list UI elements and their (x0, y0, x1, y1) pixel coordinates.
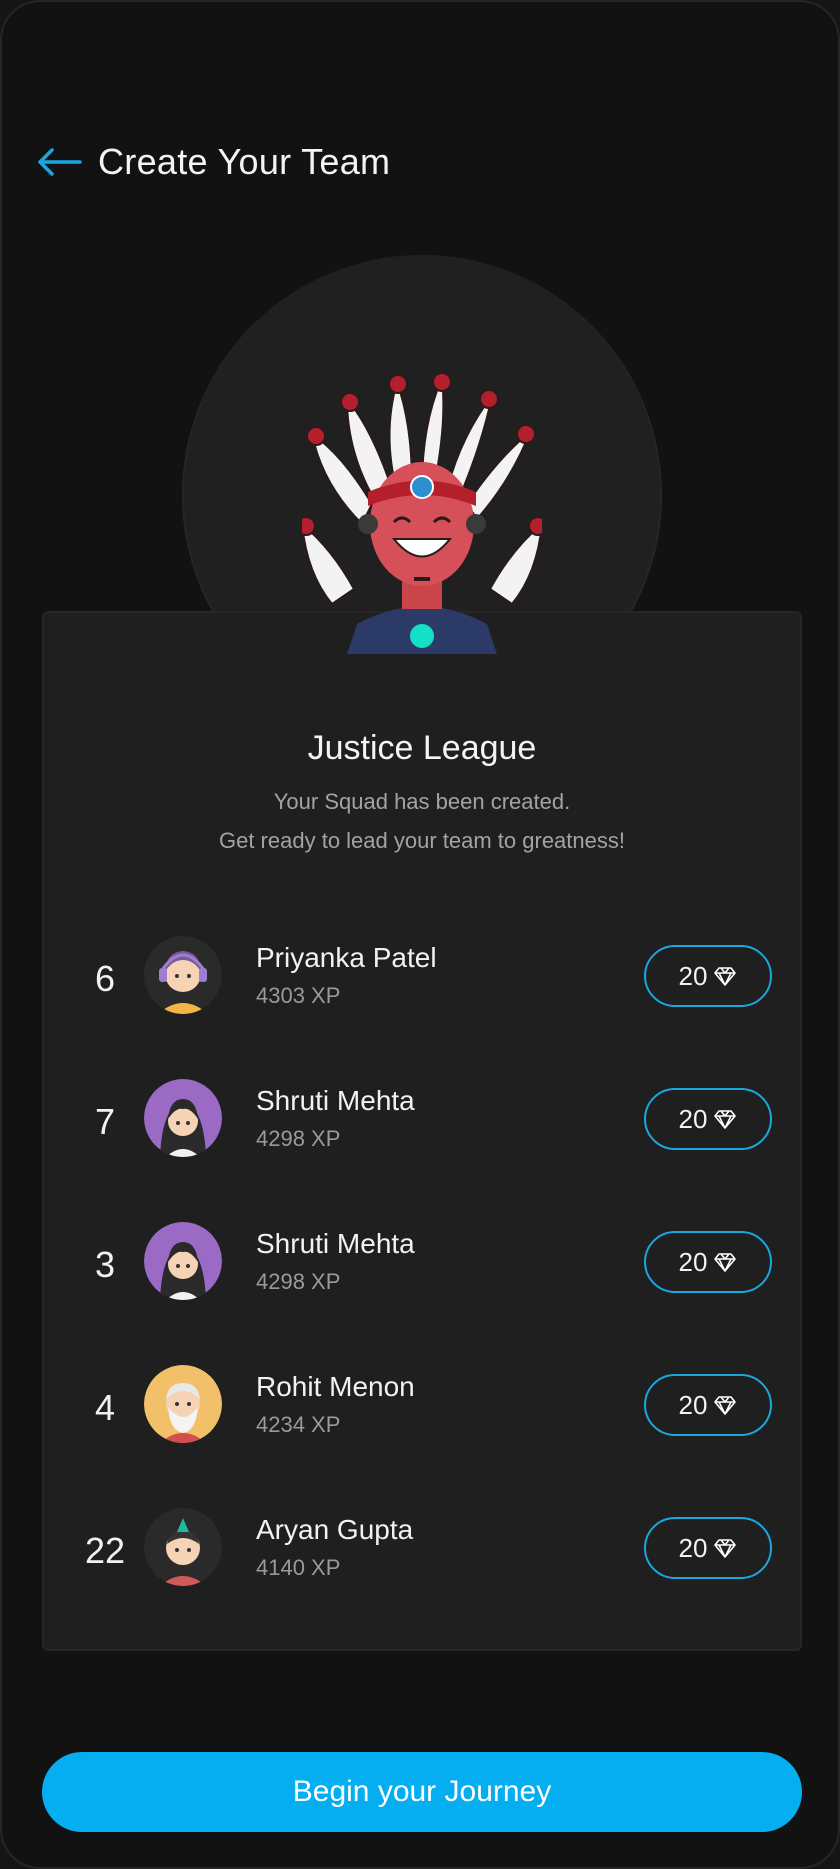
member-name: Shruti Mehta (256, 1085, 415, 1116)
member-xp: 4234 XP (256, 1412, 341, 1437)
girl-headphones-avatar-icon (144, 936, 222, 1014)
arrow-left-icon (38, 148, 82, 176)
girl-long-hair-avatar-icon (144, 1079, 222, 1157)
page-title: Create Your Team (98, 141, 391, 182)
gem-reward-button[interactable]: 20 (644, 1517, 772, 1579)
phone-screen: Create Your Team Justice League Your Squ… (0, 0, 840, 1869)
team-logo-chief-icon (302, 374, 542, 654)
team-subtitle-line2: Get ready to lead your team to greatness… (218, 828, 625, 853)
team-subtitle-line1: Your Squad has been created. (273, 789, 571, 814)
diamond-icon (714, 967, 737, 986)
boy-mohawk-avatar-icon (144, 1508, 222, 1586)
begin-journey-label: Begin your Journey (292, 1775, 552, 1808)
diamond-icon (714, 1539, 737, 1558)
list-item: 7 Shruti Mehta 4298 XP 20 (42, 1079, 802, 1222)
list-item: 22 Aryan Gupta 4140 XP 20 (42, 1508, 802, 1651)
member-name: Aryan Gupta (256, 1514, 414, 1545)
list-item: 3 Shruti Mehta 4298 XP 20 (42, 1222, 802, 1365)
gem-count: 20 (678, 1532, 708, 1563)
gem-count: 20 (678, 1389, 708, 1420)
member-xp: 4303 XP (256, 983, 341, 1008)
list-item: 4 Rohit Menon 4234 XP 20 (42, 1365, 802, 1508)
gem-reward-button[interactable]: 20 (644, 1374, 772, 1436)
member-xp: 4298 XP (256, 1126, 341, 1151)
gem-reward-button[interactable]: 20 (644, 1088, 772, 1150)
gem-count: 20 (678, 1103, 708, 1134)
gem-reward-button[interactable]: 20 (644, 1231, 772, 1293)
member-list: 6 Priyanka Patel 4303 XP 20 7 Shruti Meh… (42, 936, 802, 1651)
diamond-icon (714, 1110, 737, 1129)
member-xp: 4140 XP (256, 1555, 341, 1580)
member-name: Priyanka Patel (256, 942, 437, 973)
member-name: Rohit Menon (256, 1371, 415, 1402)
header: Create Your Team (36, 138, 390, 186)
begin-journey-button[interactable]: Begin your Journey (42, 1752, 802, 1832)
back-button[interactable] (36, 142, 86, 182)
member-name: Shruti Mehta (256, 1228, 415, 1259)
member-xp: 4298 XP (256, 1269, 341, 1294)
list-item: 6 Priyanka Patel 4303 XP 20 (42, 936, 802, 1079)
gem-count: 20 (678, 1246, 708, 1277)
girl-long-hair-avatar-icon (144, 1222, 222, 1300)
gem-reward-button[interactable]: 20 (644, 945, 772, 1007)
gem-count: 20 (678, 960, 708, 991)
diamond-icon (714, 1396, 737, 1415)
team-name: Justice League (307, 729, 537, 767)
old-man-beard-avatar-icon (144, 1365, 222, 1443)
diamond-icon (714, 1253, 737, 1272)
